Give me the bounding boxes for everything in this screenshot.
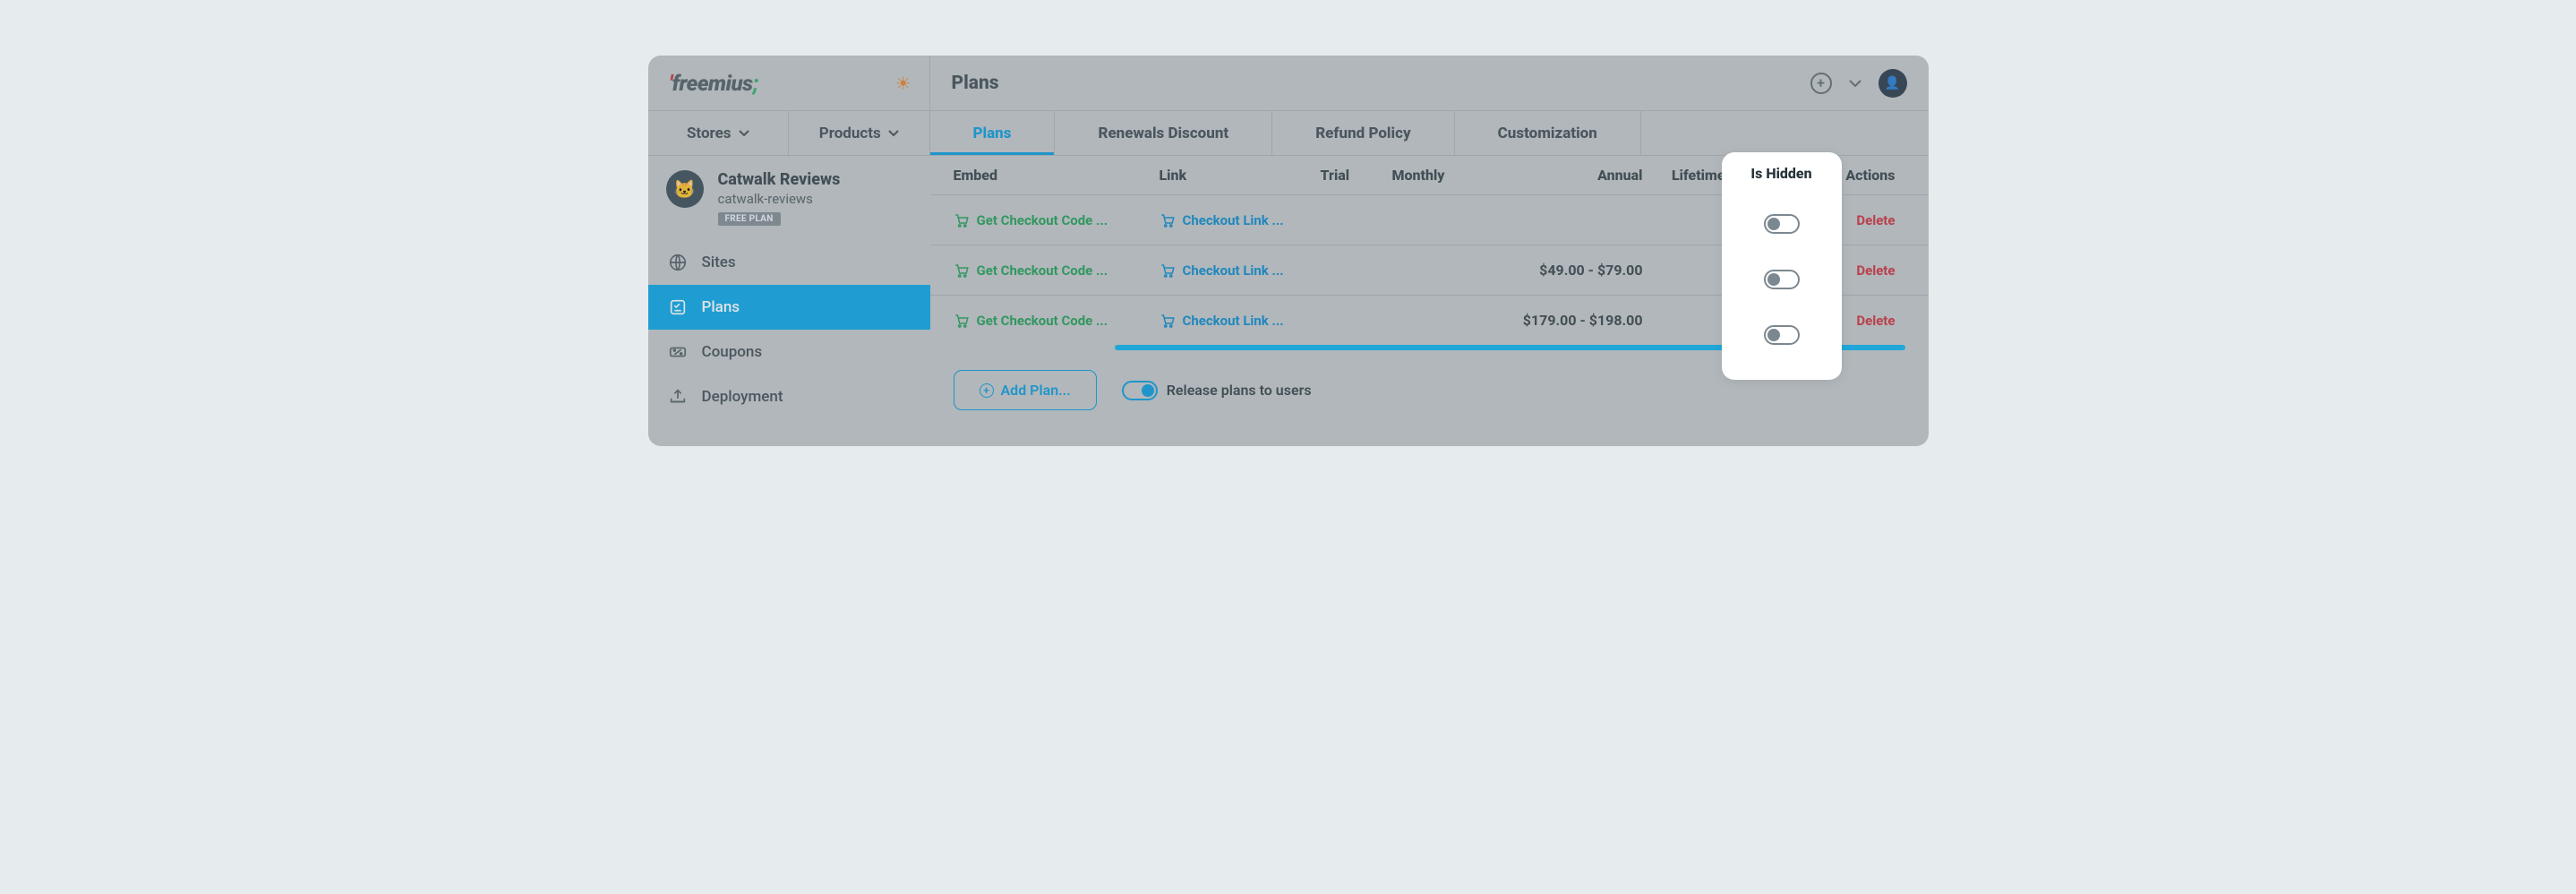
tab-renewals-discount[interactable]: Renewals Discount <box>1055 111 1272 155</box>
checkout-link[interactable]: Checkout Link ... <box>1160 262 1321 279</box>
delete-button[interactable]: Delete <box>1856 313 1895 329</box>
header-dropdown[interactable] <box>1848 79 1862 88</box>
column-monthly: Monthly <box>1392 167 1518 184</box>
user-avatar[interactable]: 👤 <box>1879 69 1907 98</box>
upload-icon <box>668 387 688 407</box>
column-embed: Embed <box>954 167 1160 184</box>
stores-dropdown[interactable]: Stores <box>648 111 790 155</box>
get-checkout-code-link[interactable]: Get Checkout Code ... <box>954 313 1160 329</box>
column-annual: Annual <box>1518 167 1643 184</box>
theme-toggle-icon[interactable]: ☀ <box>895 73 911 94</box>
is-hidden-toggle-row-1[interactable] <box>1764 214 1800 234</box>
cart-icon <box>954 212 970 228</box>
sidebar-item-plans[interactable]: Plans <box>648 285 930 330</box>
add-icon[interactable]: + <box>1810 73 1832 94</box>
tab-plans[interactable]: Plans <box>930 111 1056 155</box>
sidebar-item-sites[interactable]: Sites <box>648 240 930 285</box>
sidebar-item-coupons[interactable]: Coupons <box>648 330 930 374</box>
globe-icon <box>668 253 688 272</box>
cart-icon <box>1160 313 1176 329</box>
column-link: Link <box>1160 167 1321 184</box>
checkout-link[interactable]: Checkout Link ... <box>1160 212 1321 228</box>
checkout-link[interactable]: Checkout Link ... <box>1160 313 1321 329</box>
column-trial: Trial <box>1321 167 1392 184</box>
tab-customization[interactable]: Customization <box>1455 111 1641 155</box>
plan-badge: FREE PLAN <box>718 212 781 226</box>
delete-button[interactable]: Delete <box>1856 212 1895 228</box>
cart-icon <box>1160 212 1176 228</box>
get-checkout-code-link[interactable]: Get Checkout Code ... <box>954 212 1160 228</box>
products-dropdown[interactable]: Products <box>789 111 929 155</box>
plus-icon: + <box>980 383 994 398</box>
product-name: Catwalk Reviews <box>718 170 841 189</box>
release-plans-label: Release plans to users <box>1167 382 1312 399</box>
cart-icon <box>1160 262 1176 279</box>
get-checkout-code-link[interactable]: Get Checkout Code ... <box>954 262 1160 279</box>
page-title: Plans <box>930 73 1810 94</box>
tab-refund-policy[interactable]: Refund Policy <box>1272 111 1454 155</box>
cart-icon <box>954 313 970 329</box>
cart-icon <box>954 262 970 279</box>
sidebar-item-deployment[interactable]: Deployment <box>648 374 930 419</box>
checklist-icon <box>668 297 688 317</box>
delete-button[interactable]: Delete <box>1856 262 1895 279</box>
brand-logo: 'freemius; <box>670 71 758 96</box>
column-is-hidden-highlighted: Is Hidden <box>1722 152 1842 182</box>
is-hidden-toggle-row-2[interactable] <box>1764 270 1800 289</box>
product-avatar: 🐱 <box>666 170 704 208</box>
column-lifetime: Lifetime <box>1643 167 1725 184</box>
release-plans-toggle[interactable] <box>1122 381 1158 400</box>
is-hidden-toggle-row-3[interactable] <box>1764 325 1800 345</box>
percent-icon <box>668 342 688 362</box>
add-plan-button[interactable]: +Add Plan... <box>954 370 1097 410</box>
product-slug: catwalk-reviews <box>718 191 841 207</box>
